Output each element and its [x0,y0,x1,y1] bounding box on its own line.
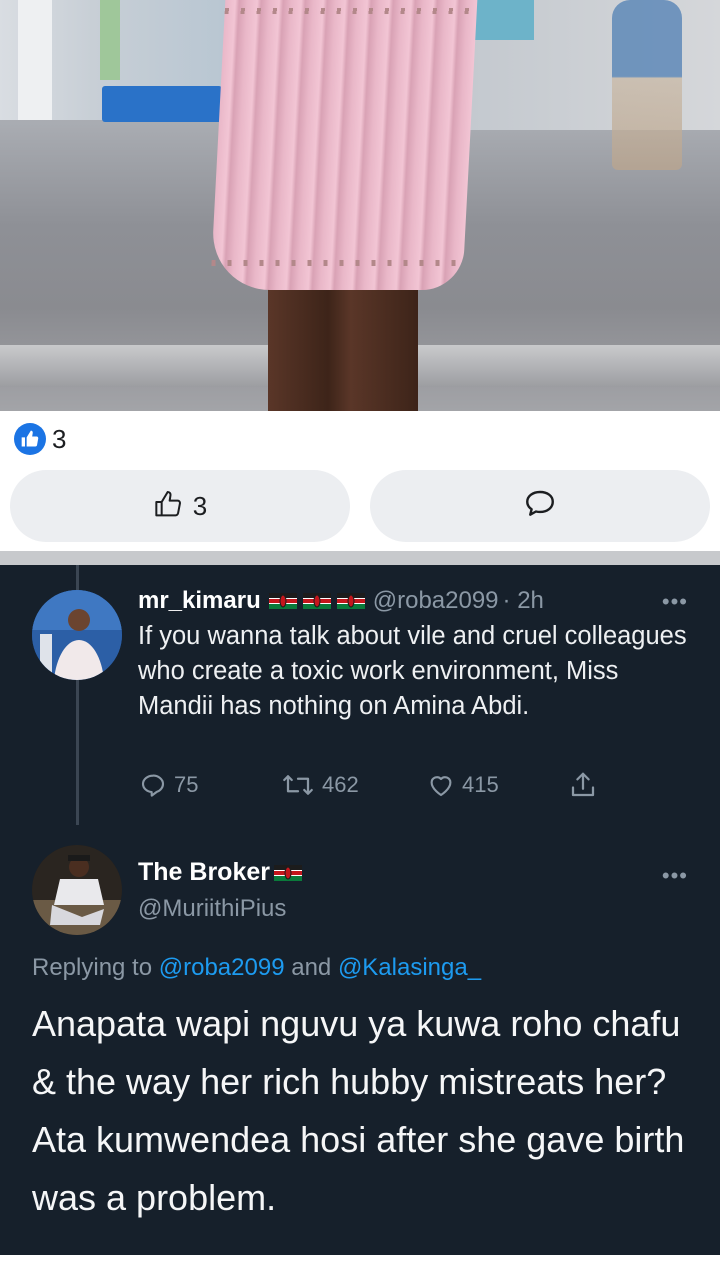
mention-link[interactable]: @roba2099 [159,954,285,981]
subject-legs [268,280,418,411]
background-person [612,0,682,170]
share-action[interactable] [568,770,598,800]
section-divider [0,551,720,565]
subject-pink-skirt [210,0,478,290]
tweet2-text: Anapata wapi nguvu ya kuwa roho chafu & … [32,1003,685,1218]
retweet-icon [283,775,313,795]
like-count: 415 [462,772,499,797]
retweet-count: 462 [322,772,359,797]
tweet1-handle[interactable]: @roba2099 [373,587,499,615]
kenya-flag-icon [302,593,331,609]
avatar[interactable] [32,590,122,680]
kenya-flag-icon [273,864,302,881]
reply-icon [141,774,165,797]
kenya-flag-icon [268,593,297,609]
reaction-count: 3 [52,423,67,454]
like-action[interactable]: 415 [426,770,499,800]
tweet2-handle[interactable]: @MuriithiPius [138,895,286,923]
comment-button[interactable] [370,470,710,542]
tweet2-author-name[interactable]: The Broker [138,858,270,887]
tweet1-time: · 2h [502,587,544,614]
reply-action[interactable]: 75 [138,770,198,800]
tweet1-author-name[interactable]: mr_kimaru [138,587,261,615]
replying-to: Replying to @roba2099 and @Kalasinga_ [32,954,481,982]
background-sign-right [474,0,534,40]
kenya-flags [268,593,365,609]
background-sign-blue [102,86,222,122]
replying-and: and [291,954,332,981]
mention-link[interactable]: @Kalasinga_ [338,954,481,981]
post-photo[interactable] [0,0,720,411]
reply-count: 75 [174,772,199,797]
tweet2-more-icon[interactable]: ••• [662,863,688,889]
twitter-screenshot: mr_kimaru @roba2099 · 2h ••• If you wann… [0,565,720,1255]
tweet2-header: The Broker [138,858,302,887]
like-button-count: 3 [192,490,208,521]
retweet-action[interactable]: 462 [280,770,359,800]
comment-bubble-icon [522,486,558,527]
thumbs-up-icon [153,488,185,525]
kenya-flag-icon [336,593,365,609]
tweet1-actions: 75 462 415 [138,770,618,810]
background-pillar [18,0,52,120]
heart-icon [430,776,452,797]
tweet1-text: If you wanna talk about vile and cruel c… [138,622,687,720]
like-button[interactable]: 3 [10,470,350,542]
like-reaction-icon [14,423,46,455]
reaction-summary[interactable]: 3 [14,421,66,457]
avatar[interactable] [32,845,122,935]
share-icon [571,772,595,797]
replying-prefix: Replying to [32,954,153,981]
tweet1-more-icon[interactable]: ••• [662,589,688,615]
tweet1-header: mr_kimaru @roba2099 · 2h [138,587,544,615]
background-sign-green [100,0,120,80]
